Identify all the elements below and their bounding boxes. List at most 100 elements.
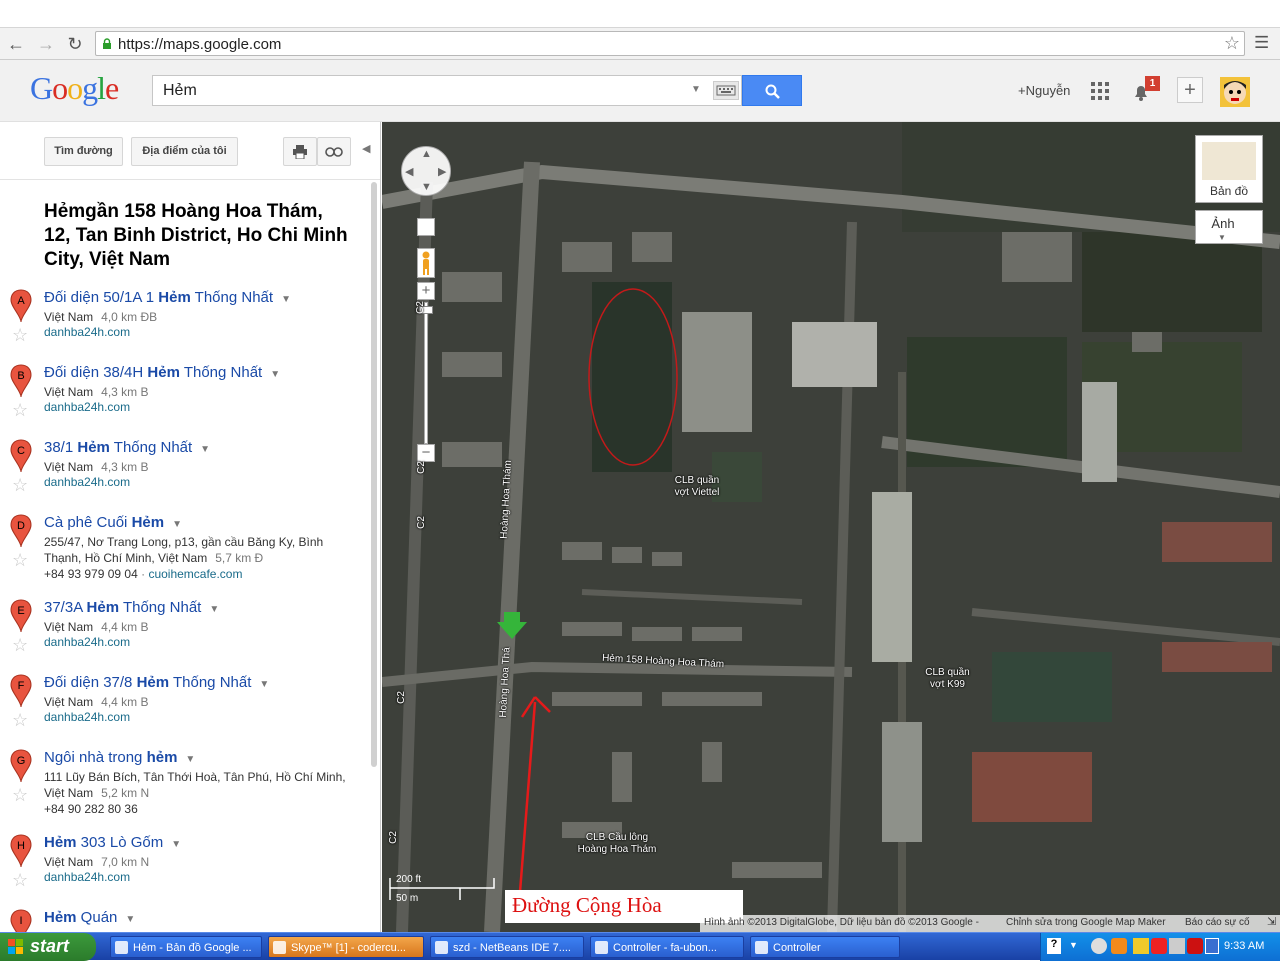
user-name-link[interactable]: +Nguyễn xyxy=(1018,83,1070,98)
result-title-link[interactable]: 38/1 Hẻm Thống Nhất ▼ xyxy=(44,439,210,456)
wrench-menu-icon[interactable]: ☰ xyxy=(1254,34,1270,52)
url-text: https://maps.google.com xyxy=(118,36,282,53)
result-title-link[interactable]: Đối diện 38/4H Hẻm Thống Nhất ▼ xyxy=(44,364,280,381)
zoom-out-button[interactable]: − xyxy=(417,444,435,462)
map-maker-link[interactable]: Chỉnh sửa trong Google Map Maker xyxy=(1006,917,1166,928)
chevron-down-icon[interactable]: ▼ xyxy=(259,679,269,690)
result-website-link[interactable]: danhba24h.com xyxy=(44,475,130,489)
tray-app-icon[interactable] xyxy=(1151,938,1167,954)
tray-app-icon[interactable] xyxy=(1111,938,1127,954)
result-website-link[interactable]: danhba24h.com xyxy=(44,400,130,414)
map-marker-icon[interactable]: H xyxy=(10,834,32,868)
search-input[interactable]: Hẻm ▼ xyxy=(152,75,742,106)
result-title-link[interactable]: Đối diện 37/8 Hẻm Thống Nhất ▼ xyxy=(44,674,269,691)
address-bar[interactable]: https://maps.google.com ☆ xyxy=(95,31,1245,56)
map-type-map-button[interactable]: Bản đồ xyxy=(1195,135,1263,203)
chevron-down-icon[interactable]: ▼ xyxy=(1069,940,1078,950)
star-icon[interactable]: ☆ xyxy=(12,475,28,496)
zoom-in-button[interactable]: + xyxy=(417,282,435,300)
network-icon[interactable] xyxy=(1133,938,1149,954)
star-icon[interactable]: ☆ xyxy=(12,710,28,731)
report-link[interactable]: Báo cáo sự cố xyxy=(1185,917,1250,928)
taskbar-task[interactable]: Hẻm - Bản đồ Google ... xyxy=(110,936,262,958)
poi-label[interactable]: CLB quần vợt K99 xyxy=(920,667,975,691)
star-icon[interactable]: ☆ xyxy=(12,550,28,571)
keyboard-icon[interactable] xyxy=(713,81,739,100)
dropdown-caret-icon[interactable]: ▼ xyxy=(1218,233,1226,242)
result-website-link[interactable]: danhba24h.com xyxy=(44,635,130,649)
map-marker-icon[interactable]: A xyxy=(10,289,32,323)
distance-text: 4,0 km ĐB xyxy=(101,310,158,324)
result-address: 111 Lũy Bán Bích, Tân Thới Hoà, Tân Phú,… xyxy=(44,769,359,801)
chevron-down-icon[interactable]: ▼ xyxy=(172,519,182,530)
map-marker-icon[interactable]: C xyxy=(10,439,32,473)
map-marker-icon[interactable]: E xyxy=(10,599,32,633)
chevron-down-icon[interactable]: ▼ xyxy=(171,839,181,850)
pan-control[interactable]: ▲ ▼ ◀ ▶ xyxy=(401,146,451,196)
help-icon[interactable]: ? xyxy=(1047,938,1061,954)
share-plus-button[interactable]: + xyxy=(1177,77,1203,103)
result-title-link[interactable]: Ngôi nhà trong hẻm ▼ xyxy=(44,749,195,766)
poi-label[interactable]: CLB quần vợt Viettel xyxy=(672,475,722,499)
result-title-link[interactable]: Đối diện 50/1A 1 Hẻm Thống Nhất ▼ xyxy=(44,289,291,306)
reload-icon[interactable]: ↻ xyxy=(64,33,86,55)
apps-grid-icon[interactable] xyxy=(1091,82,1109,100)
star-icon[interactable]: ☆ xyxy=(12,635,28,656)
star-icon[interactable]: ☆ xyxy=(12,400,28,421)
result-title-link[interactable]: Hẻm Quán ▼ xyxy=(44,909,135,926)
pegman-icon[interactable] xyxy=(417,248,435,278)
panel-scrollbar[interactable] xyxy=(371,182,377,767)
star-icon[interactable]: ☆ xyxy=(12,870,28,891)
taskbar-task[interactable]: Skype™ [1] - codercu... xyxy=(268,936,424,958)
app-icon xyxy=(595,941,608,954)
map-marker-icon[interactable]: D xyxy=(10,514,32,548)
avatar[interactable] xyxy=(1220,77,1250,107)
result-title-link[interactable]: Hẻm 303 Lò Gốm ▼ xyxy=(44,834,181,851)
search-button[interactable] xyxy=(742,75,802,106)
chevron-down-icon[interactable]: ▼ xyxy=(209,604,219,615)
forward-arrow-icon[interactable]: → xyxy=(35,33,57,55)
map-marker-icon[interactable]: B xyxy=(10,364,32,398)
taskbar-task[interactable]: Controller xyxy=(750,936,900,958)
resize-icon[interactable]: ⇲ xyxy=(1267,915,1276,928)
map-marker-icon[interactable]: G xyxy=(10,749,32,783)
result-address: 255/47, Nơ Trang Long, p13, gần cầu Băng… xyxy=(44,534,359,566)
start-button[interactable]: start xyxy=(0,933,96,961)
taskbar-task[interactable]: szd - NetBeans IDE 7.... xyxy=(430,936,584,958)
poi-label[interactable]: CLB Cầu lông Hoàng Hoa Thám xyxy=(572,832,662,856)
dropdown-caret-icon[interactable]: ▼ xyxy=(691,84,701,95)
taskbar-task[interactable]: Controller - fa-ubon... xyxy=(590,936,744,958)
star-icon[interactable]: ☆ xyxy=(12,785,28,806)
chevron-down-icon[interactable]: ▼ xyxy=(270,369,280,380)
result-website-link[interactable]: danhba24h.com xyxy=(44,325,130,339)
chevron-down-icon[interactable]: ▼ xyxy=(200,444,210,455)
result-website-link[interactable]: danhba24h.com xyxy=(44,710,130,724)
reset-view-button[interactable] xyxy=(417,218,435,236)
star-icon[interactable]: ☆ xyxy=(12,325,28,346)
result-website-link[interactable]: cuoihemcafe.com xyxy=(148,567,242,581)
task-label: Hẻm - Bản đồ Google ... xyxy=(133,942,252,954)
title-suffix: Thống Nhất xyxy=(169,674,252,691)
title-prefix: Đối diện 50/1A 1 xyxy=(44,289,159,306)
phone-text: +84 90 282 80 36 xyxy=(44,802,138,816)
result-title-link[interactable]: Cà phê Cuối Hẻm ▼ xyxy=(44,514,182,531)
google-header: Google Hẻm ▼ +Nguyễn 1 + xyxy=(0,60,1280,122)
bookmark-star-icon[interactable]: ☆ xyxy=(1224,33,1240,54)
chevron-down-icon[interactable]: ▼ xyxy=(125,914,135,925)
satellite-map[interactable]: ▲ ▼ ◀ ▶ + − CLB quần vợt Viettel CLB quầ… xyxy=(382,122,1280,932)
back-arrow-icon[interactable]: ← xyxy=(5,33,27,55)
chevron-down-icon[interactable]: ▼ xyxy=(281,294,291,305)
google-logo[interactable]: Google xyxy=(30,70,119,107)
result-title-link[interactable]: 37/3A Hẻm Thống Nhất ▼ xyxy=(44,599,219,616)
tray-app-icon[interactable] xyxy=(1205,938,1219,954)
result-website-link[interactable]: danhba24h.com xyxy=(44,870,130,884)
map-type-photo-button[interactable]: Ảnh ▼ xyxy=(1195,210,1263,244)
antivirus-icon[interactable] xyxy=(1187,938,1203,954)
volume-icon[interactable] xyxy=(1169,938,1185,954)
marker-letter: A xyxy=(17,295,25,307)
zoom-slider-track[interactable] xyxy=(424,302,428,444)
tray-app-icon[interactable] xyxy=(1091,938,1107,954)
map-marker-icon[interactable]: I xyxy=(10,909,32,932)
map-marker-icon[interactable]: F xyxy=(10,674,32,708)
chevron-down-icon[interactable]: ▼ xyxy=(185,754,195,765)
